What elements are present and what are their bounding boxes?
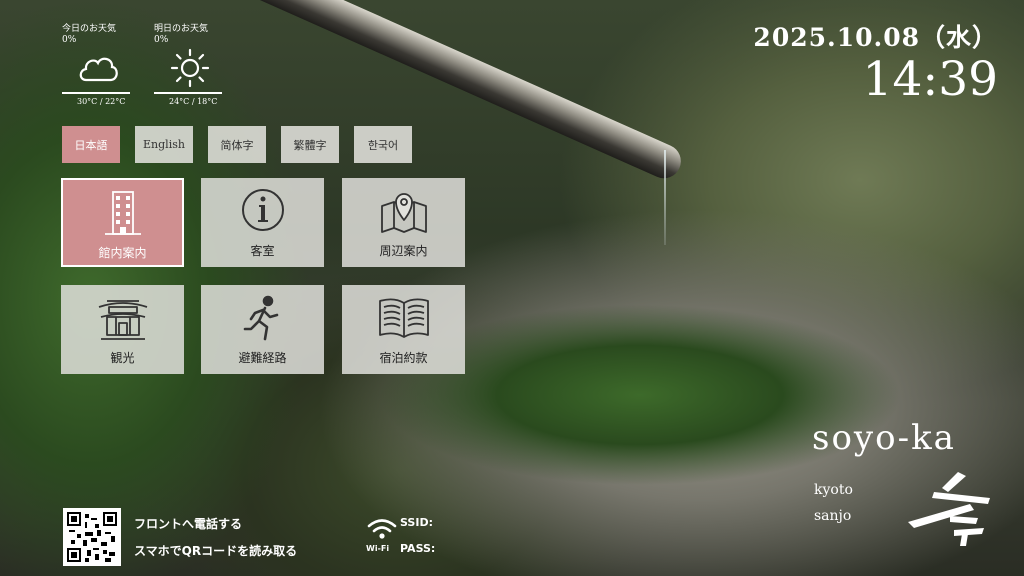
- menu-tile-label: 館内案内: [98, 246, 147, 260]
- menu-tile-label: 客室: [250, 244, 275, 258]
- cloud-icon: [79, 57, 118, 82]
- water-stream-background: [664, 150, 666, 245]
- language-button-english[interactable]: English: [135, 126, 193, 163]
- menu-tile-evacuation-route[interactable]: 避難経路: [201, 285, 324, 374]
- building-icon: [104, 191, 141, 235]
- menu-tile-facility-guide[interactable]: 館内案内: [61, 178, 184, 267]
- running-person-icon: [243, 295, 278, 341]
- sun-icon: [170, 48, 210, 88]
- weather-today: 今日のお天気 0% 30°C / 22°C: [62, 24, 132, 114]
- temple-icon: [98, 300, 147, 340]
- brand-logo-icon: [908, 472, 990, 546]
- time-display: 14:39: [862, 52, 998, 107]
- weather-tomorrow-temp: 24°C / 18°C: [169, 97, 218, 106]
- wifi-ssid-label: SSID:: [400, 516, 433, 529]
- menu-tile-label: 周辺案内: [379, 244, 428, 258]
- menu-tile-guest-room[interactable]: 客室: [201, 178, 324, 267]
- language-button-japanese[interactable]: 日本語: [62, 126, 120, 163]
- menu-tile-label: 避難経路: [238, 351, 287, 365]
- language-button-traditional-chinese[interactable]: 繁體字: [281, 126, 339, 163]
- qr-code[interactable]: [63, 508, 121, 566]
- wifi-label: Wi-Fi: [366, 544, 390, 553]
- weather-today-temp: 30°C / 22°C: [77, 97, 126, 106]
- weather-today-precip: 0%: [62, 35, 77, 45]
- brand-city-line1: kyoto: [814, 482, 853, 498]
- wifi-icon: [367, 519, 397, 539]
- weather-tomorrow-divider: [154, 92, 222, 94]
- menu-tile-sightseeing[interactable]: 観光: [61, 285, 184, 374]
- qr-code-pattern: [67, 512, 117, 562]
- menu-tile-area-guide[interactable]: 周辺案内: [342, 178, 465, 267]
- wifi-pass-label: PASS:: [400, 542, 436, 555]
- date-display: 2025.10.08（水）: [753, 23, 998, 52]
- map-icon: [380, 193, 427, 233]
- book-icon: [378, 298, 429, 338]
- menu-tile-label: 観光: [110, 351, 135, 365]
- front-call-text: フロントへ電話する: [134, 517, 243, 531]
- brand-name: soyo-ka: [812, 418, 956, 458]
- menu-tile-label: 宿泊約款: [379, 351, 428, 365]
- info-icon: [241, 189, 284, 231]
- weather-tomorrow: 明日のお天気 0% 24°C / 18°C: [154, 24, 224, 114]
- weather-today-label: 今日のお天気: [62, 24, 117, 34]
- weather-today-divider: [62, 92, 130, 94]
- weather-tomorrow-label: 明日のお天気: [154, 24, 209, 34]
- language-button-simplified-chinese[interactable]: 简体字: [208, 126, 266, 163]
- language-button-korean[interactable]: 한국어: [354, 126, 412, 163]
- brand-city-line2: sanjo: [814, 508, 852, 524]
- menu-tile-terms[interactable]: 宿泊約款: [342, 285, 465, 374]
- front-qr-instruction: スマホでQRコードを読み取る: [134, 544, 298, 558]
- weather-tomorrow-precip: 0%: [154, 35, 169, 45]
